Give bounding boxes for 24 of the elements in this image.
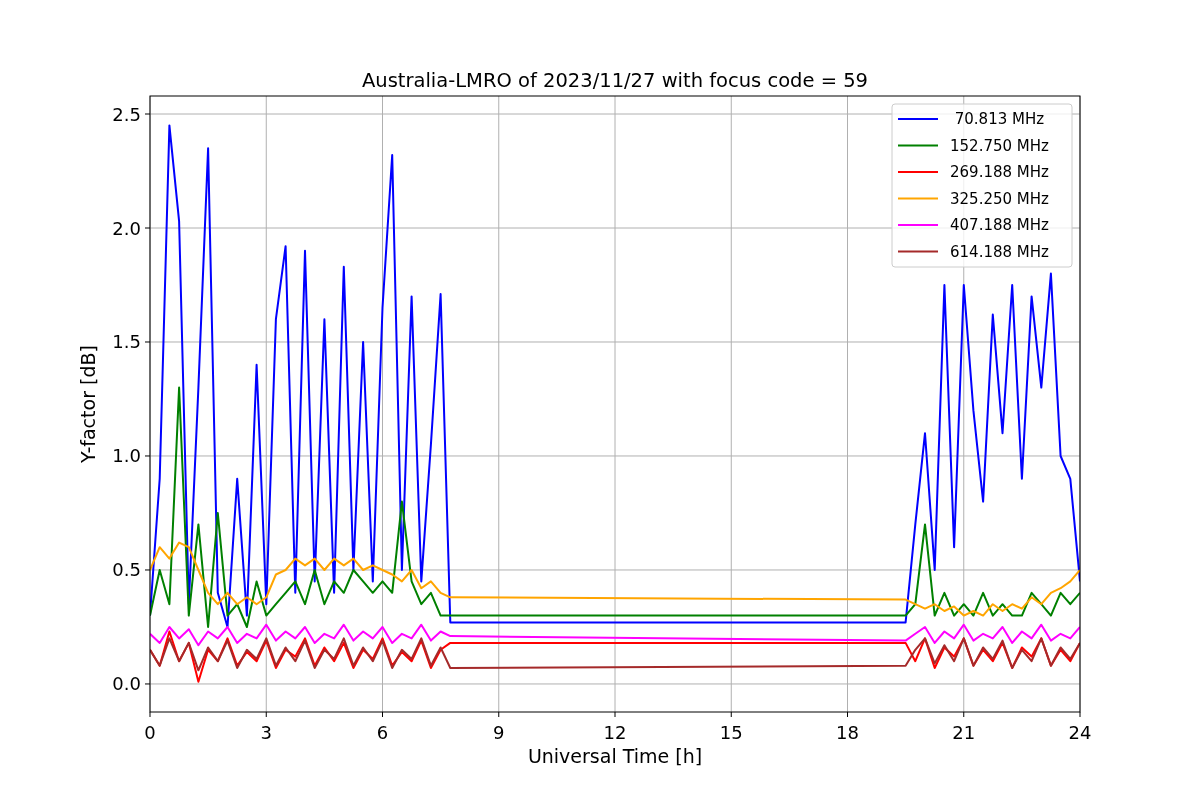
tick-label: 18	[836, 722, 859, 743]
tick-label: 15	[719, 722, 743, 743]
legend-label: 152.750 MHz	[950, 136, 1049, 155]
legend-label: 614.188 MHz	[950, 242, 1049, 261]
tick-label: 3	[260, 722, 272, 743]
tick-label: 0.5	[112, 559, 141, 581]
tick-label: 24	[1068, 722, 1092, 743]
tick-label: 6	[376, 722, 389, 743]
tick-label: 9	[493, 722, 505, 743]
tick-label: 1.5	[112, 331, 141, 353]
tick-label: 12	[603, 722, 627, 743]
tick-label: 2.0	[112, 217, 141, 239]
x-axis-label: Universal Time [h]	[527, 745, 703, 767]
chart-title: Australia-LMRO of 2023/11/27 with focus code = 59	[362, 69, 868, 92]
tick-label: 0	[144, 722, 156, 743]
y-axis-label: Y-factor [dB]	[77, 345, 99, 463]
tick-label: 2.5	[112, 103, 141, 125]
tick-label: 21	[952, 722, 976, 743]
tick-label: 0.0	[112, 673, 141, 695]
legend-label: 407.188 MHz	[950, 216, 1049, 234]
legend-label: 325.250 MHz	[950, 189, 1049, 208]
legend-label: 70.813 MHz	[954, 110, 1045, 128]
tick-label: 1.0	[112, 445, 141, 467]
legend-label: 269.188 MHz	[950, 163, 1049, 181]
